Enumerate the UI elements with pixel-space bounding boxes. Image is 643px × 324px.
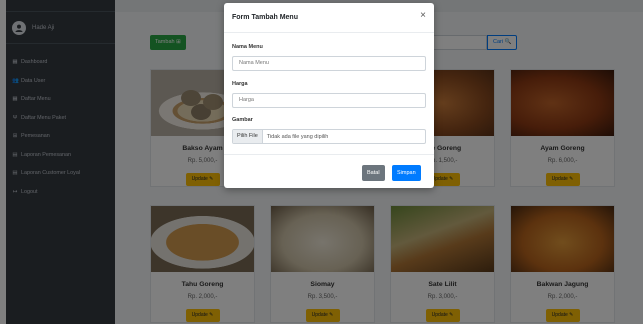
modal-footer: Batal Simpan	[224, 154, 434, 188]
cancel-button[interactable]: Batal	[362, 165, 385, 181]
file-status: Tidak ada file yang dipilih	[266, 133, 329, 140]
save-button[interactable]: Simpan	[392, 165, 421, 181]
close-icon[interactable]: ×	[420, 11, 426, 21]
modal-header: Form Tambah Menu ×	[224, 3, 434, 33]
choose-file-button[interactable]: Pilih File	[233, 130, 263, 143]
add-menu-modal: Form Tambah Menu × Nama Menu Nama Menu H…	[224, 3, 434, 188]
nama-menu-input[interactable]: Nama Menu	[232, 56, 426, 71]
harga-label: Harga	[232, 81, 248, 87]
gambar-file-input[interactable]: Pilih File Tidak ada file yang dipilih	[232, 129, 426, 144]
harga-input[interactable]: Harga	[232, 93, 426, 108]
nama-menu-label: Nama Menu	[232, 44, 263, 50]
gambar-label: Gambar	[232, 117, 253, 123]
modal-title: Form Tambah Menu	[232, 14, 298, 21]
